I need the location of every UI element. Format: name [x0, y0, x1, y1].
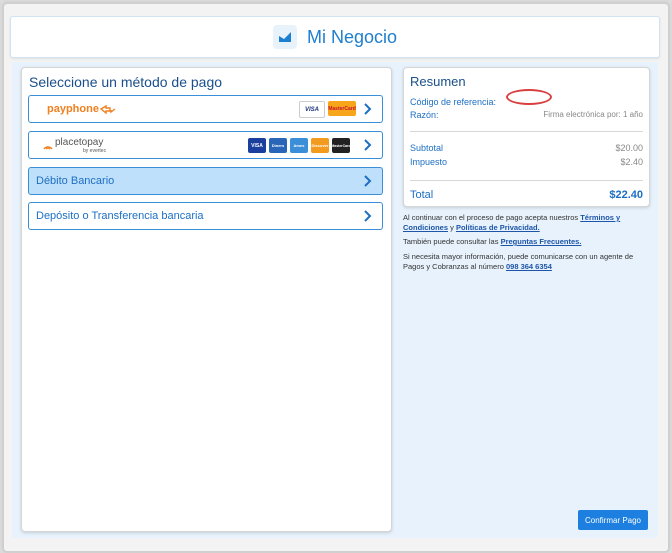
- confirm-payment-button[interactable]: Confirmar Pago: [578, 510, 648, 530]
- chevron-right-icon: [364, 103, 372, 115]
- summary-panel: Resumen Código de referencia: Razón: Fir…: [403, 67, 650, 207]
- payphone-logo: payphone: [47, 103, 99, 115]
- method-deposito-transferencia[interactable]: Depósito o Transferencia bancaria: [28, 202, 383, 230]
- tax-value: $2.40: [620, 157, 643, 167]
- total-row: Total $22.40: [410, 189, 643, 201]
- method-label: Depósito o Transferencia bancaria: [36, 210, 204, 222]
- highlight-annotation: [506, 89, 552, 105]
- tax-label: Impuesto: [410, 157, 448, 167]
- placetopay-sub: by evertec: [83, 147, 107, 154]
- mastercard-card-icon: MasterCard: [331, 138, 351, 153]
- chevron-right-icon: [364, 175, 372, 187]
- faq-prefix: También puede consultar las: [403, 237, 501, 246]
- divider: [410, 180, 643, 181]
- phone-link[interactable]: 098 364 6354: [506, 262, 552, 271]
- subtotal-label: Subtotal: [410, 143, 444, 153]
- method-payphone[interactable]: payphone VISA MasterCard: [28, 95, 383, 123]
- subtotal-value: $20.00: [615, 143, 643, 153]
- total-label: Total: [410, 189, 434, 201]
- brand-logo-icon: [272, 25, 297, 49]
- visa-card-icon: VISA: [248, 138, 266, 153]
- amex-card-icon: Amex: [290, 138, 308, 153]
- reason-value: Firma electrónica por: 1 año: [543, 110, 643, 119]
- tax-row: Impuesto $2.40: [410, 157, 643, 167]
- total-value: $22.40: [609, 189, 643, 201]
- reason-label: Razón:: [410, 110, 439, 120]
- chevron-right-icon: [364, 210, 372, 222]
- discover-card-icon: Discover: [311, 138, 329, 153]
- mastercard-card-icon: MasterCard: [328, 101, 356, 116]
- method-debito-bancario[interactable]: Débito Bancario: [28, 167, 383, 195]
- terms-note: Al continuar con el proceso de pago acep…: [403, 213, 651, 233]
- payment-methods-panel: Seleccione un método de pago payphone VI…: [21, 67, 392, 532]
- chevron-right-icon: [364, 139, 372, 151]
- payment-methods-title: Seleccione un método de pago: [29, 74, 223, 90]
- placetopay-logo: placetopay: [55, 136, 104, 148]
- contact-note: Si necesita mayor información, puede com…: [403, 252, 651, 272]
- diners-card-icon: Diners: [269, 138, 287, 153]
- payphone-mark-icon: [99, 104, 116, 114]
- divider: [410, 131, 643, 132]
- method-placetopay[interactable]: placetopay by evertec VISA Diners Amex D…: [28, 131, 383, 159]
- placetopay-mark-icon: [43, 145, 53, 150]
- payphone-cards: VISA MasterCard: [299, 101, 356, 118]
- visa-card-icon: VISA: [299, 101, 325, 118]
- privacy-link[interactable]: Políticas de Privacidad.: [456, 223, 540, 232]
- reason-row: Razón: Firma electrónica por: 1 año: [410, 110, 643, 120]
- brand-name: Mi Negocio: [306, 26, 398, 47]
- faq-link[interactable]: Preguntas Frecuentes.: [501, 237, 582, 246]
- header-bar: Mi Negocio: [10, 16, 660, 58]
- reference-label: Código de referencia:: [410, 97, 497, 107]
- subtotal-row: Subtotal $20.00: [410, 143, 643, 153]
- placetopay-cards: VISA Diners Amex Discover MasterCard: [248, 138, 351, 153]
- method-label: Débito Bancario: [36, 175, 115, 187]
- terms-mid: y: [448, 223, 456, 232]
- terms-prefix: Al continuar con el proceso de pago acep…: [403, 213, 581, 222]
- summary-title: Resumen: [410, 74, 466, 89]
- faq-note: También puede consultar las Preguntas Fr…: [403, 237, 651, 247]
